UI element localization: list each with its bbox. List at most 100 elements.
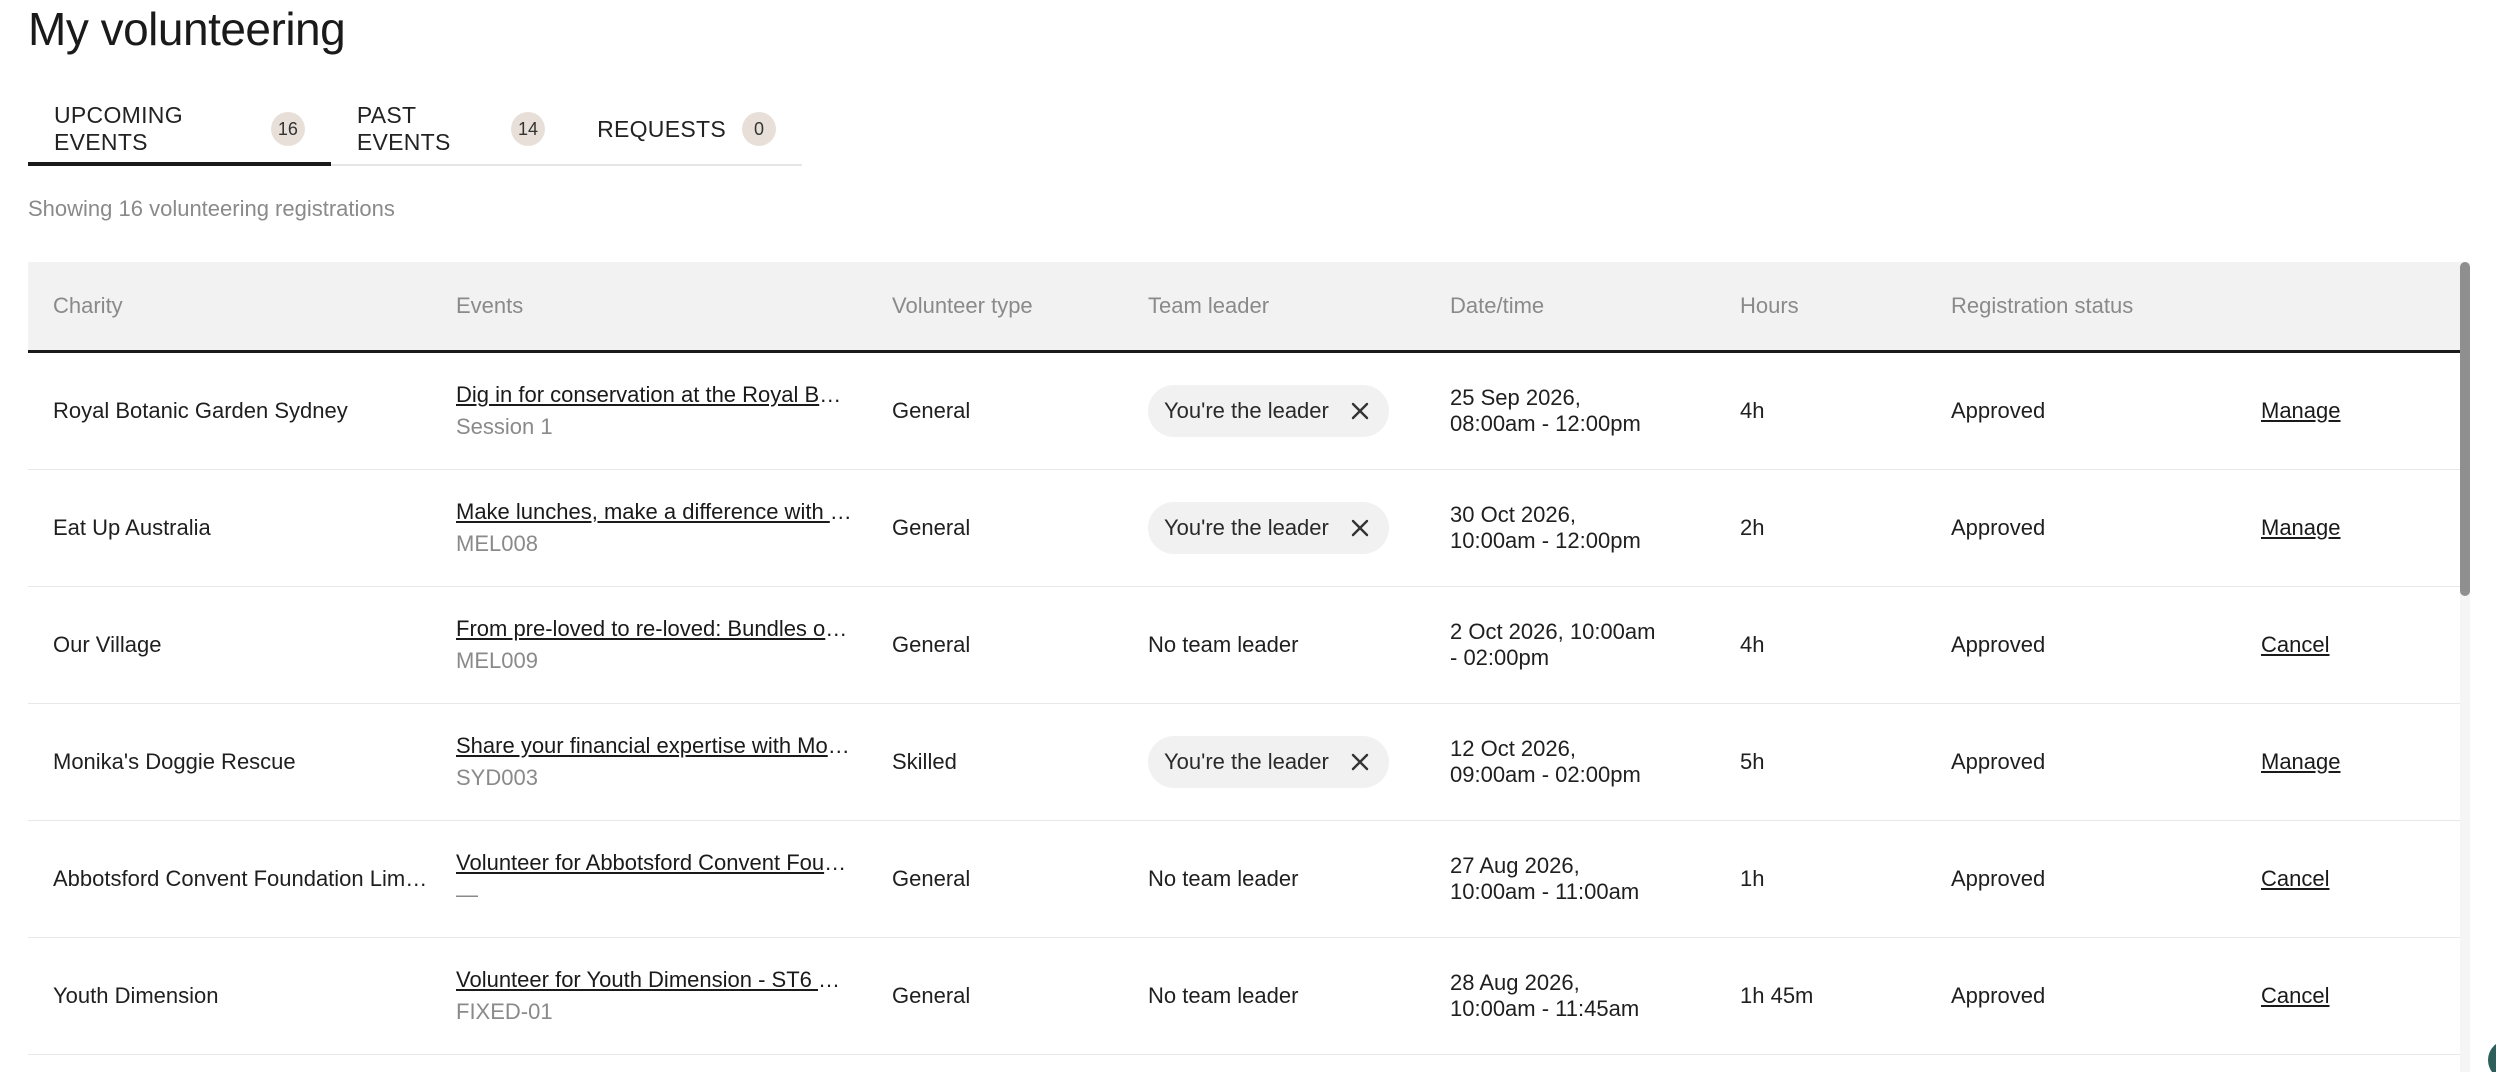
cell-action: Cancel (2236, 632, 2464, 658)
date-line-1: 12 Oct 2026, (1450, 736, 1576, 761)
tab-count-badge: 16 (270, 112, 305, 146)
manage-link[interactable]: Manage (2261, 515, 2341, 540)
team-leader-label: No team leader (1148, 632, 1299, 657)
cancel-link[interactable]: Cancel (2261, 632, 2329, 657)
date-line-2: 10:00am - 12:00pm (1450, 528, 1641, 553)
cell-date-time: 12 Oct 2026, 09:00am - 02:00pm (1425, 736, 1715, 788)
event-title-link[interactable]: From pre-loved to re-loved: Bundles of J… (456, 616, 867, 642)
event-code: — (456, 882, 478, 907)
cell-action: Cancel (2236, 866, 2464, 892)
table-body: Royal Botanic Garden Sydney Dig in for co… (28, 353, 2464, 1055)
event-title-link[interactable]: Dig in for conservation at the Royal Bot… (456, 382, 867, 408)
tab-count-badge: 14 (511, 112, 546, 146)
close-icon[interactable] (1349, 517, 1371, 539)
cell-charity: Youth Dimension (53, 983, 219, 1008)
team-leader-chip: You're the leader (1148, 385, 1389, 437)
scrollbar-thumb[interactable] (2460, 262, 2470, 596)
date-line-2: 10:00am - 11:00am (1450, 879, 1640, 904)
cell-action: Manage (2236, 398, 2464, 424)
date-line-2: 08:00am - 12:00pm (1450, 411, 1641, 436)
cancel-link[interactable]: Cancel (2261, 866, 2329, 891)
cell-registration-status: Approved (1951, 515, 2046, 540)
tab-label: UPCOMING EVENTS (54, 102, 183, 155)
registrations-table: Charity Events Volunteer type Team leade… (28, 262, 2464, 1072)
cell-team-leader: You're the leader (1123, 502, 1425, 554)
event-title-link[interactable]: Make lunches, make a difference with Eat… (456, 499, 867, 525)
cell-registration-status: Approved (1951, 398, 2046, 423)
event-code: MEL009 (456, 648, 538, 673)
cell-date-time: 25 Sep 2026, 08:00am - 12:00pm (1425, 385, 1715, 437)
table-header: Charity Events Volunteer type Team leade… (28, 262, 2464, 353)
cell-charity: Monika's Doggie Rescue (53, 749, 296, 774)
cell-hours: 1h 45m (1740, 983, 1814, 1008)
registrations-count: Showing 16 volunteering registrations (28, 196, 395, 221)
team-leader-chip: You're the leader (1148, 502, 1389, 554)
tab-label: PAST EVENTS (356, 102, 451, 155)
date-line-2: 09:00am - 02:00pm (1450, 762, 1641, 787)
table-row: Royal Botanic Garden Sydney Dig in for co… (28, 353, 2464, 470)
cancel-link[interactable]: Cancel (2261, 983, 2329, 1008)
header-charity: Charity (53, 293, 123, 318)
tab-requests[interactable]: REQUESTS 0 (571, 94, 802, 164)
my-volunteering-page: My volunteering UPCOMING EVENTS 16 PAST … (0, 0, 2496, 1072)
team-leader-label: No team leader (1148, 866, 1299, 891)
event-code: Session 1 (456, 414, 553, 439)
cell-charity: Our Village (53, 632, 162, 657)
cell-team-leader: You're the leader (1123, 736, 1425, 788)
event-title-link[interactable]: Volunteer for Youth Dimension - ST6 Fixe… (456, 967, 867, 993)
cell-date-time: 28 Aug 2026, 10:00am - 11:45am (1425, 970, 1715, 1022)
tab-past-events[interactable]: PAST EVENTS 14 (331, 94, 571, 164)
cell-event: From pre-loved to re-loved: Bundles of J… (431, 616, 867, 674)
header-hours: Hours (1740, 293, 1799, 318)
table-row: Our Village From pre-loved to re-loved: B… (28, 587, 2464, 704)
cell-team-leader: You're the leader (1123, 385, 1425, 437)
manage-link[interactable]: Manage (2261, 398, 2341, 423)
date-line-1: 25 Sep 2026, (1450, 385, 1581, 410)
cell-registration-status: Approved (1951, 749, 2046, 774)
header-team-leader: Team leader (1148, 293, 1270, 318)
tab-upcoming-events[interactable]: UPCOMING EVENTS 16 (28, 94, 331, 166)
tab-count-badge: 0 (742, 112, 776, 146)
date-line-1: 27 Aug 2026, (1450, 853, 1580, 878)
cell-event: Volunteer for Youth Dimension - ST6 Fixe… (431, 967, 867, 1025)
table-row: Monika's Doggie Rescue Share your financi… (28, 704, 2464, 821)
cell-registration-status: Approved (1951, 866, 2046, 891)
header-volunteer-type: Volunteer type (892, 293, 1033, 318)
cell-event: Share your financial expertise with Moni… (431, 733, 867, 791)
event-code: SYD003 (456, 765, 538, 790)
cell-charity: Abbotsford Convent Foundation Limited (53, 866, 431, 891)
cell-event: Dig in for conservation at the Royal Bot… (431, 382, 867, 440)
event-title-link[interactable]: Volunteer for Abbotsford Convent Foundat… (456, 850, 867, 876)
cell-volunteer-type: General (892, 632, 971, 657)
cell-hours: 4h (1740, 398, 1765, 423)
cell-action: Manage (2236, 749, 2464, 775)
table-scrollbar[interactable] (2460, 262, 2470, 1072)
team-leader-label: No team leader (1148, 983, 1299, 1008)
event-code: MEL008 (456, 531, 538, 556)
date-line-2: - 02:00pm (1450, 645, 1550, 670)
cell-volunteer-type: General (892, 866, 971, 891)
event-title-link[interactable]: Share your financial expertise with Moni… (456, 733, 867, 759)
cell-hours: 2h (1740, 515, 1765, 540)
cell-event: Volunteer for Abbotsford Convent Foundat… (431, 850, 867, 908)
tab-label: REQUESTS (597, 115, 726, 142)
close-icon[interactable] (1349, 400, 1371, 422)
help-widget-button[interactable] (2488, 1040, 2496, 1072)
cell-charity: Eat Up Australia (53, 515, 211, 540)
cell-team-leader: No team leader (1123, 983, 1425, 1009)
cell-action: Cancel (2236, 983, 2464, 1009)
cell-hours: 5h (1740, 749, 1765, 774)
date-line-1: 30 Oct 2026, (1450, 502, 1576, 527)
team-leader-label: You're the leader (1164, 398, 1329, 423)
team-leader-chip: You're the leader (1148, 736, 1389, 788)
date-line-1: 2 Oct 2026, 10:00am (1450, 619, 1656, 644)
cell-volunteer-type: General (892, 398, 971, 423)
cell-registration-status: Approved (1951, 983, 2046, 1008)
cell-registration-status: Approved (1951, 632, 2046, 657)
header-date-time: Date/time (1450, 293, 1545, 318)
cell-team-leader: No team leader (1123, 632, 1425, 658)
table-row: Eat Up Australia Make lunches, make a dif… (28, 470, 2464, 587)
close-icon[interactable] (1349, 751, 1371, 773)
manage-link[interactable]: Manage (2261, 749, 2341, 774)
cell-date-time: 2 Oct 2026, 10:00am - 02:00pm (1425, 619, 1715, 671)
